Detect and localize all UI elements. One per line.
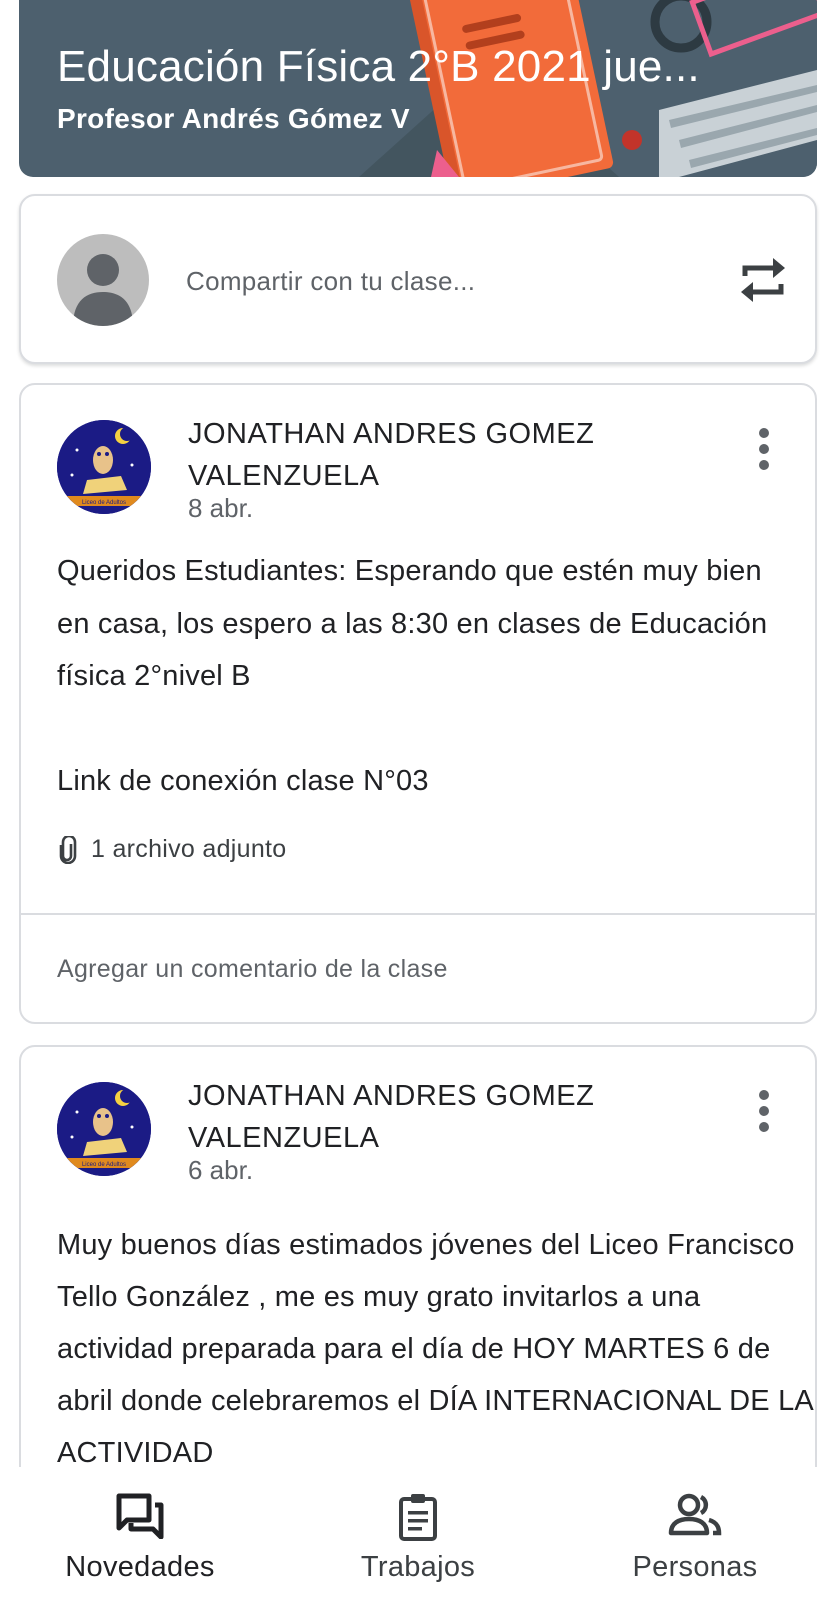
divider <box>21 913 815 915</box>
post-card[interactable]: Liceo de Adultos JONATHAN ANDRES GOMEZ V… <box>19 383 817 1024</box>
nav-classwork[interactable]: Trabajos <box>308 1467 528 1600</box>
user-avatar <box>57 234 149 326</box>
nav-label: Personas <box>632 1551 758 1583</box>
post-body: Muy buenos días estimados jóvenes del Li… <box>57 1219 817 1479</box>
post-author: JONATHAN ANDRES GOMEZ VALENZUELA <box>188 418 595 492</box>
post-paragraph: Muy buenos días estimados jóvenes del Li… <box>57 1229 813 1469</box>
attachments-link[interactable]: 1 archivo adjunto <box>57 835 287 864</box>
nav-people[interactable]: Personas <box>585 1467 805 1600</box>
post-paragraph: Queridos Estudiantes: Esperando que esté… <box>57 555 768 692</box>
share-card[interactable]: Compartir con tu clase... <box>19 194 817 364</box>
nav-label: Trabajos <box>360 1551 476 1583</box>
add-class-comment[interactable]: Agregar un comentario de la clase <box>57 955 448 984</box>
author-avatar: Liceo de Adultos <box>57 420 151 514</box>
post-author: JONATHAN ANDRES GOMEZ VALENZUELA <box>188 1080 595 1154</box>
post-date: 6 abr. <box>188 1155 254 1185</box>
author-avatar: Liceo de Adultos <box>57 1082 151 1176</box>
paperclip-icon <box>59 835 77 864</box>
classwork-icon <box>399 1494 437 1541</box>
bottom-navigation: Novedades Trabajos Personas <box>0 1467 836 1600</box>
svg-text:Liceo de Adultos: Liceo de Adultos <box>82 1162 126 1168</box>
nav-stream[interactable]: Novedades <box>30 1467 250 1600</box>
course-teacher: Profesor Andrés Gómez V <box>57 103 410 134</box>
course-title: Educación Física 2°B 2021 jue... <box>57 42 700 91</box>
person-placeholder-icon <box>73 254 133 326</box>
repost-icon[interactable] <box>739 254 787 306</box>
course-banner: Educación Física 2°B 2021 jue... Profeso… <box>19 0 817 177</box>
attachments-count: 1 archivo adjunto <box>91 835 287 863</box>
post-date: 8 abr. <box>188 493 254 523</box>
school-logo-icon: Liceo de Adultos <box>57 420 151 514</box>
svg-text:Liceo de Adultos: Liceo de Adultos <box>82 500 126 506</box>
nav-label: Novedades <box>65 1551 215 1583</box>
more-vert-icon[interactable] <box>756 1089 772 1133</box>
post-paragraph: Link de conexión clase N°03 <box>57 764 429 797</box>
people-icon <box>668 1493 722 1536</box>
more-vert-icon[interactable] <box>756 427 772 471</box>
school-logo-icon: Liceo de Adultos <box>57 1082 151 1176</box>
share-input[interactable]: Compartir con tu clase... <box>186 266 475 297</box>
stream-icon <box>116 1493 164 1539</box>
post-body: Queridos Estudiantes: Esperando que esté… <box>57 545 797 807</box>
